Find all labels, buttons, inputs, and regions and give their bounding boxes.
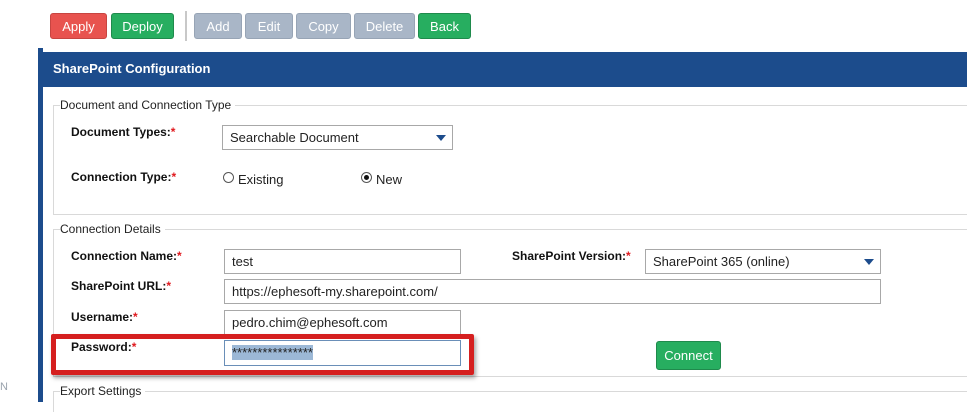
back-button[interactable]: Back — [418, 13, 471, 39]
sp-version-value: SharePoint 365 (online) — [653, 254, 790, 269]
sp-url-label: SharePoint URL:* — [71, 279, 172, 293]
chevron-down-icon — [864, 259, 874, 265]
deploy-button[interactable]: Deploy — [111, 13, 174, 39]
conn-name-label: Connection Name:* — [71, 249, 182, 263]
copy-button[interactable]: Copy — [296, 13, 351, 39]
conn-type-label: Connection Type:* — [71, 170, 177, 184]
doc-types-select[interactable]: Searchable Document — [222, 125, 453, 150]
username-label: Username:* — [71, 310, 138, 324]
apply-button[interactable]: Apply — [50, 13, 107, 39]
left-panel — [0, 48, 38, 402]
conn-name-input[interactable]: test — [224, 249, 461, 274]
username-input[interactable]: pedro.chim@ephesoft.com — [224, 310, 461, 336]
doc-conn-fieldset — [53, 105, 967, 215]
conn-details-legend: Connection Details — [60, 222, 165, 236]
add-button[interactable]: Add — [194, 13, 242, 39]
toolbar-separator — [185, 11, 187, 41]
sp-url-input[interactable]: https://ephesoft-my.sharepoint.com/ — [224, 279, 881, 304]
delete-button[interactable]: Delete — [354, 13, 415, 39]
radio-existing-label: Existing — [238, 172, 284, 187]
radio-existing[interactable] — [223, 172, 234, 183]
chevron-down-icon — [436, 135, 446, 141]
doc-types-value: Searchable Document — [230, 130, 359, 145]
left-edge-text: N — [0, 381, 8, 393]
radio-new[interactable] — [361, 172, 372, 183]
connect-button[interactable]: Connect — [656, 341, 721, 370]
doc-conn-legend: Document and Connection Type — [60, 98, 236, 112]
export-legend: Export Settings — [60, 384, 146, 398]
edit-button[interactable]: Edit — [245, 13, 293, 39]
sp-version-select[interactable]: SharePoint 365 (online) — [645, 249, 881, 274]
panel-title: SharePoint Configuration — [53, 61, 211, 76]
panel-header: SharePoint Configuration — [43, 52, 967, 87]
doc-types-label: Document Types:* — [71, 125, 176, 139]
radio-new-label: New — [376, 172, 403, 187]
sp-version-label: SharePoint Version:* — [512, 249, 631, 263]
highlight-annotation — [51, 334, 474, 375]
